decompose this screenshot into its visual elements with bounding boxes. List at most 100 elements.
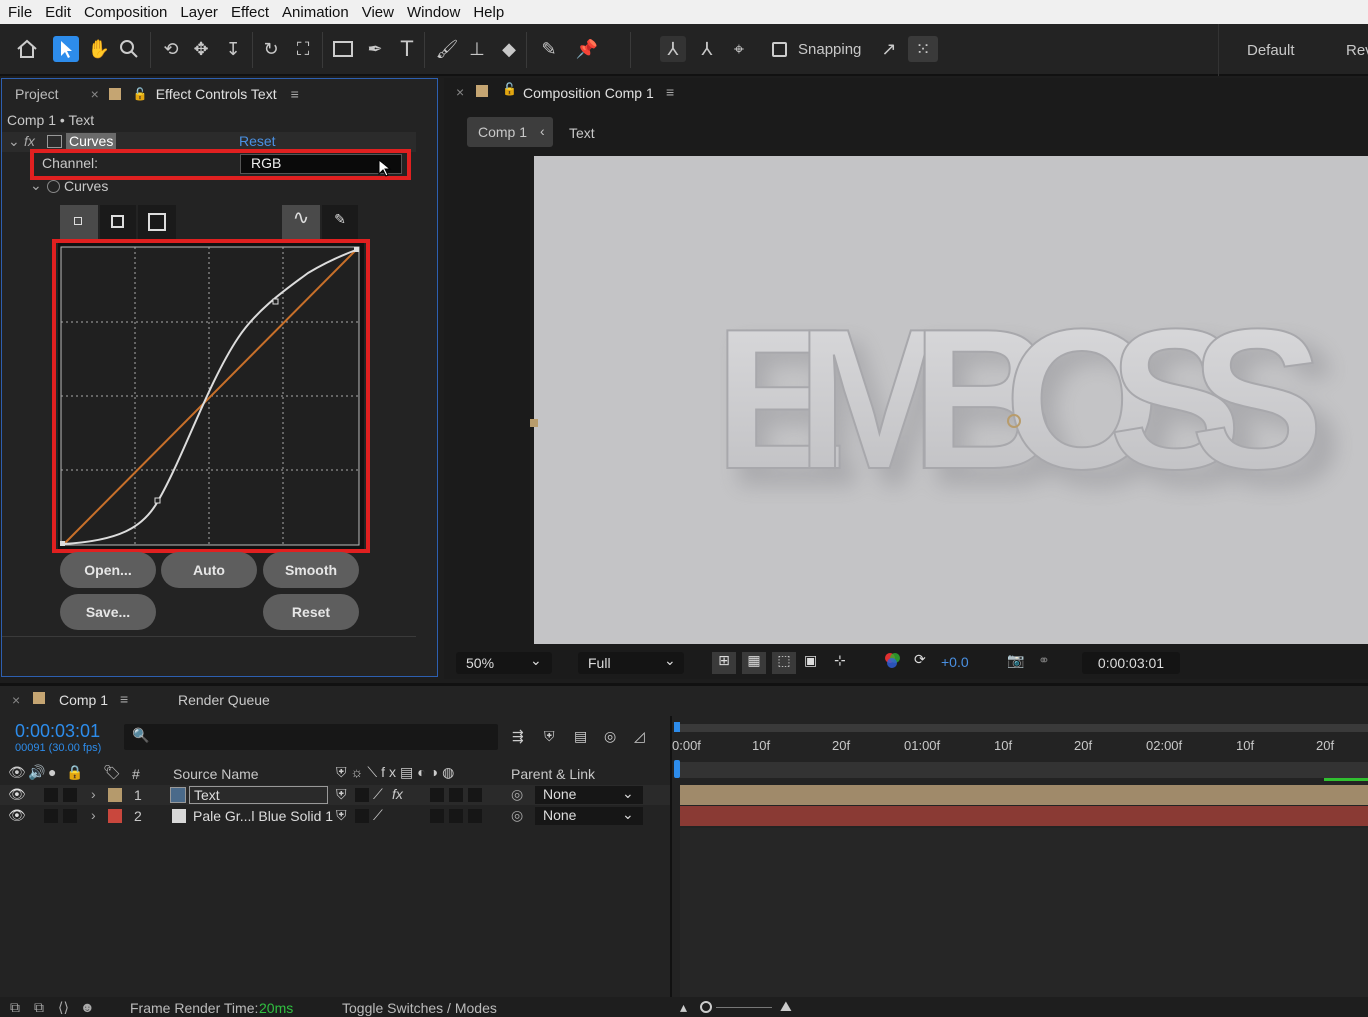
current-time[interactable]: 0:00:03:01 [15,721,100,742]
quality-switch-icon[interactable]: ⟋ [373,786,383,803]
stopwatch-icon[interactable] [47,180,60,193]
frame-blend-switch[interactable] [430,809,444,823]
crumb-layer[interactable]: Text [569,125,595,141]
zoom-tool-icon[interactable] [116,36,142,62]
region-of-interest-icon[interactable]: ▣ [804,652,817,669]
guides-icon[interactable]: ⊹ [834,652,846,669]
pencil-icon[interactable]: ✎ [322,205,358,239]
source-name-column-header[interactable]: Source Name [173,766,259,782]
roto-brush-tool-icon[interactable]: ✎ [536,36,562,62]
layer-handle[interactable] [530,419,538,427]
axis-local-icon[interactable]: ⅄ [660,36,686,62]
motion-blur-switch[interactable] [449,788,463,802]
menu-edit[interactable]: Edit [45,4,71,21]
work-area-start-handle[interactable] [674,722,680,732]
reset-exposure-icon[interactable]: ⟳ [914,651,926,668]
shy-switch-icon[interactable]: ⛨ [336,807,347,824]
motion-blur-switch[interactable] [449,809,463,823]
comp-flowchart-icon[interactable]: ⇶ [512,728,524,745]
curve-size-medium-icon[interactable] [100,205,136,239]
pen-tool-icon[interactable]: ✒ [362,36,388,62]
snap-options-icon[interactable]: ↗ [876,36,902,62]
label-color-swatch[interactable] [108,788,122,802]
pickwhip-icon[interactable]: ◎ [511,807,523,824]
collapse-switch[interactable] [355,809,369,823]
mask-visibility-icon[interactable]: ⬚ [772,652,796,674]
exposure-value[interactable]: +0.0 [941,654,969,670]
puppet-pin-tool-icon[interactable]: 📌 [574,36,600,62]
transparency-grid-icon[interactable]: ▦ [742,652,766,674]
menu-view[interactable]: View [362,4,394,21]
collapse-switch[interactable] [355,788,369,802]
show-snapshot-icon[interactable]: ⚭ [1038,652,1050,669]
render-toggle-icon[interactable]: ⧉ [10,999,20,1016]
zoom-dropdown[interactable]: 50% ⌄ [456,652,552,674]
effect-name[interactable]: Curves [66,133,117,149]
fast-previews-icon[interactable]: ⊞ [712,652,736,674]
menu-composition[interactable]: Composition [84,4,167,21]
layer-duration-bar[interactable] [680,806,1368,826]
type-tool-icon[interactable]: T [394,36,420,62]
shy-switch-icon[interactable]: ⛨ [336,786,347,803]
work-area-bar[interactable] [676,724,1368,732]
frame-blending-icon[interactable]: ▤ [574,728,587,745]
lock-switch[interactable] [63,788,77,802]
current-time-display[interactable]: 0:00:03:01 [1082,652,1180,674]
pickwhip-icon[interactable]: ◎ [511,786,523,803]
chevron-down-icon[interactable]: ⌄ [30,177,42,194]
channel-icon[interactable] [884,652,900,671]
eye-icon[interactable]: 👁 [8,807,26,824]
clone-stamp-tool-icon[interactable]: ⊥ [464,36,490,62]
fx-switch-icon[interactable]: fx [392,786,403,802]
layer-row[interactable]: 👁 › 2 Pale Gr...l Blue Solid 1 ⛨ ⟋ ◎ Non… [0,806,670,826]
tab-composition[interactable]: Composition Comp 1 [523,85,654,101]
auto-button[interactable]: Auto [161,552,257,588]
frame-blend-switch[interactable] [430,788,444,802]
orbit-camera-icon[interactable]: ⟲ [158,36,184,62]
chevron-right-icon[interactable]: › [91,786,96,802]
menu-layer[interactable]: Layer [180,4,218,21]
zoom-out-icon[interactable]: ▴ [680,999,687,1016]
label-color-swatch[interactable] [108,809,122,823]
menu-effect[interactable]: Effect [231,4,269,21]
close-icon[interactable]: × [456,84,464,100]
bezier-curve-icon[interactable]: ∿ [282,205,320,239]
lock-icon[interactable]: 🔓 [133,87,148,101]
layer-name[interactable]: Text [189,786,328,804]
pan-camera-icon[interactable]: ✥ [188,36,214,62]
solo-switch[interactable] [44,788,58,802]
shy-layers-icon[interactable]: ⛨ [544,728,555,745]
curve-size-small-icon[interactable] [60,205,98,239]
tab-effect-controls[interactable]: Effect Controls Text [156,86,277,102]
tab-render-queue[interactable]: Render Queue [178,692,270,708]
toggle-switches-modes[interactable]: Toggle Switches / Modes [342,1000,497,1016]
zoom-slider-track[interactable] [716,1007,772,1008]
brush-tool-icon[interactable]: 🖌 [434,36,460,62]
selection-tool-icon[interactable] [53,36,79,62]
resolution-dropdown[interactable]: Full ⌄ [578,652,684,674]
time-ruler[interactable]: 0:00f 10f 20f 01:00f 10f 20f 02:00f 10f … [672,722,1368,782]
composition-viewer[interactable]: EMBOSS EMBOSS [534,156,1368,644]
in-out-icon[interactable]: ⟨⟩ [58,999,69,1016]
tab-timeline-comp[interactable]: Comp 1 [59,692,108,708]
crumb-comp[interactable]: Comp 1 ‹ [467,117,553,147]
transfer-controls-icon[interactable]: ⧉ [34,999,44,1016]
fx-toggle-icon[interactable]: fx [24,133,35,149]
close-icon[interactable]: × [12,692,20,708]
workspace-default[interactable]: Default [1247,42,1295,59]
close-icon[interactable]: × [91,86,99,102]
adjustment-switch[interactable] [468,809,482,823]
chevron-down-icon[interactable]: ⌄ [8,133,20,150]
snapshot-icon[interactable]: 📷 [1007,652,1024,669]
menu-window[interactable]: Window [407,4,460,21]
tab-project[interactable]: Project [15,86,59,102]
save-button[interactable]: Save... [60,594,156,630]
graph-editor-icon[interactable]: ◿ [634,728,645,745]
workspace-next[interactable]: Rev [1346,42,1368,59]
quality-switch-icon[interactable]: ⟋ [373,807,383,824]
rotation-tool-icon[interactable]: ↻ [258,36,284,62]
menu-file[interactable]: File [8,4,32,21]
panel-menu-icon[interactable]: ≡ [120,691,128,707]
anchor-point-tool-icon[interactable]: ⛶ [290,36,316,62]
layer-name[interactable]: Pale Gr...l Blue Solid 1 [193,808,333,824]
